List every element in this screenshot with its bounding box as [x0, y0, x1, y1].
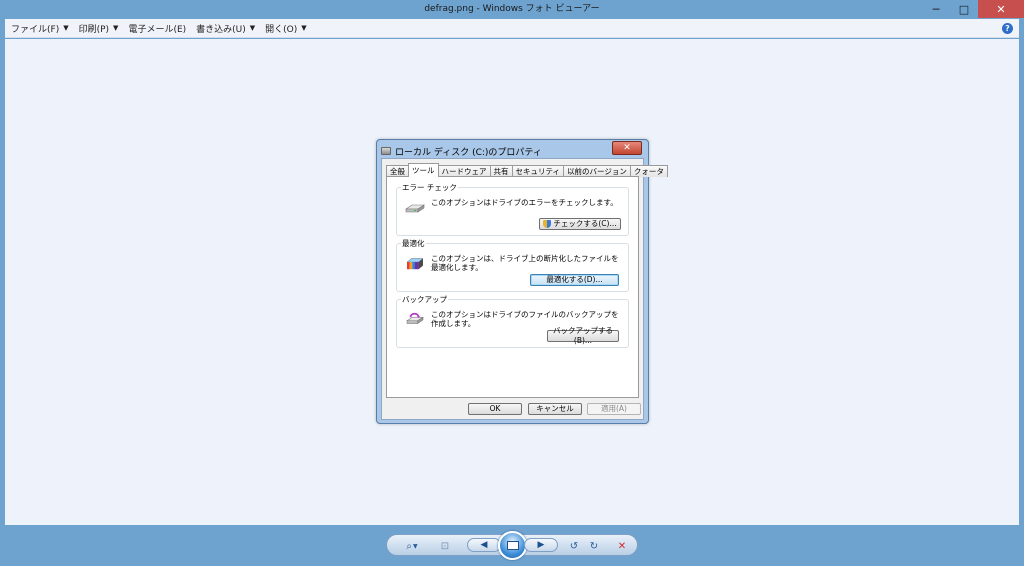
menu-open[interactable]: 開く(O) ▼: [265, 22, 307, 35]
rotate-left-icon: ↺: [569, 540, 579, 552]
menu-burn-label: 書き込み(U): [196, 24, 246, 35]
check-button: チェックする(C)...: [539, 218, 621, 230]
ok-button: OK: [468, 403, 522, 415]
rotate-left-button[interactable]: ↺: [566, 539, 582, 553]
playback-controlbar: ⌕ ▼ ⊡ ◀ ▶ ↺ ↻ ✕: [386, 531, 638, 560]
dialog-tabs: 全般 ツール ハードウェア 共有 セキュリティ 以前のバージョン クォータ: [386, 163, 668, 177]
backup-group: バックアップ このオプションはドライブのファイルのバックアップを作成します。 バ…: [396, 294, 629, 348]
backup-button: バックアップする(B)...: [547, 326, 619, 345]
properties-dialog-image: ローカル ディスク (C:)のプロパティ ✕ 全般 ツール ハードウェア 共有 …: [376, 139, 668, 424]
menu-open-label: 開く(O): [265, 24, 298, 35]
shield-icon: [543, 220, 552, 228]
check-button-label: チェックする(C)...: [553, 219, 617, 228]
chevron-down-icon: ▼: [249, 24, 256, 32]
menu-burn[interactable]: 書き込み(U) ▼: [196, 22, 255, 35]
magnifier-icon: ⌕: [406, 540, 412, 552]
tab-tools: ツール: [408, 163, 439, 177]
defrag-group: 最適化 このオプションは、ドライブ上の断片化したファイルを最適化します。 最適化…: [396, 238, 629, 292]
help-icon[interactable]: ?: [1002, 23, 1013, 34]
error-check-label: エラー チェック: [401, 182, 458, 193]
backup-icon: [406, 312, 424, 324]
rotate-right-icon: ↻: [589, 540, 599, 552]
chevron-down-icon: ▼: [301, 24, 307, 32]
defrag-button-label: 最適化する(D)...: [546, 275, 603, 284]
dialog-title: ローカル ディスク (C:)のプロパティ: [395, 147, 542, 158]
tools-tab-panel: エラー チェック このオプションはドライブのエラーをチェックします。 チェックす…: [386, 176, 639, 398]
window-titlebar: defrag.png - Windows フォト ビューアー: [0, 0, 1024, 19]
ok-button-label: OK: [489, 404, 501, 413]
menu-print[interactable]: 印刷(P) ▼: [79, 22, 119, 35]
menu-email-label: 電子メール(E): [128, 24, 187, 35]
previous-icon: ◀: [480, 540, 488, 550]
dialog-close-icon: ✕: [612, 141, 642, 155]
chevron-down-icon: ▼: [113, 24, 119, 32]
cancel-button-label: キャンセル: [536, 404, 574, 413]
menu-print-label: 印刷(P): [78, 24, 110, 35]
delete-button[interactable]: ✕: [614, 539, 630, 553]
menu-email[interactable]: 電子メール(E): [128, 22, 186, 35]
cancel-button: キャンセル: [528, 403, 582, 415]
maximize-button[interactable]: □: [950, 0, 978, 18]
drive-icon: [381, 147, 391, 155]
window-controls: ─ □ ✕: [922, 0, 1024, 18]
backup-label: バックアップ: [401, 294, 448, 305]
apply-button-label: 適用(A): [601, 404, 627, 413]
dialog-titlebar: ローカル ディスク (C:)のプロパティ: [381, 143, 542, 159]
close-button[interactable]: ✕: [978, 0, 1024, 18]
defrag-button: 最適化する(D)...: [530, 274, 619, 286]
delete-icon: ✕: [617, 540, 627, 552]
next-icon: ▶: [537, 540, 545, 550]
rotate-right-button[interactable]: ↻: [586, 539, 602, 553]
zoom-button[interactable]: ⌕ ▼: [401, 539, 423, 553]
menubar: ファイル(F) ▼ 印刷(P) ▼ 電子メール(E) 書き込み(U) ▼ 開く(…: [5, 19, 1019, 38]
dialog-body: 全般 ツール ハードウェア 共有 セキュリティ 以前のバージョン クォータ エラ…: [381, 158, 668, 420]
error-check-description: このオプションはドライブのエラーをチェックします。: [431, 198, 618, 207]
defrag-description: このオプションは、ドライブ上の断片化したファイルを最適化します。: [431, 254, 619, 272]
defrag-icon: [406, 258, 424, 270]
apply-button: 適用(A): [587, 403, 641, 415]
actual-size-button[interactable]: ⊡: [437, 539, 453, 553]
hard-drive-icon: [405, 204, 425, 213]
minimize-button[interactable]: ─: [922, 0, 950, 18]
error-check-group: エラー チェック このオプションはドライブのエラーをチェックします。 チェックす…: [396, 182, 629, 236]
slideshow-icon: [506, 541, 519, 550]
menu-file[interactable]: ファイル(F) ▼: [11, 22, 69, 35]
defrag-label: 最適化: [401, 238, 426, 249]
chevron-down-icon: ▼: [63, 24, 69, 32]
slideshow-button[interactable]: [498, 531, 527, 560]
actual-size-icon: ⊡: [440, 540, 450, 552]
backup-button-label: バックアップする(B)...: [553, 326, 613, 345]
next-button[interactable]: ▶: [524, 538, 558, 552]
menu-file-label: ファイル(F): [11, 24, 60, 35]
previous-button[interactable]: ◀: [467, 538, 501, 552]
window-title: defrag.png - Windows フォト ビューアー: [424, 4, 600, 14]
